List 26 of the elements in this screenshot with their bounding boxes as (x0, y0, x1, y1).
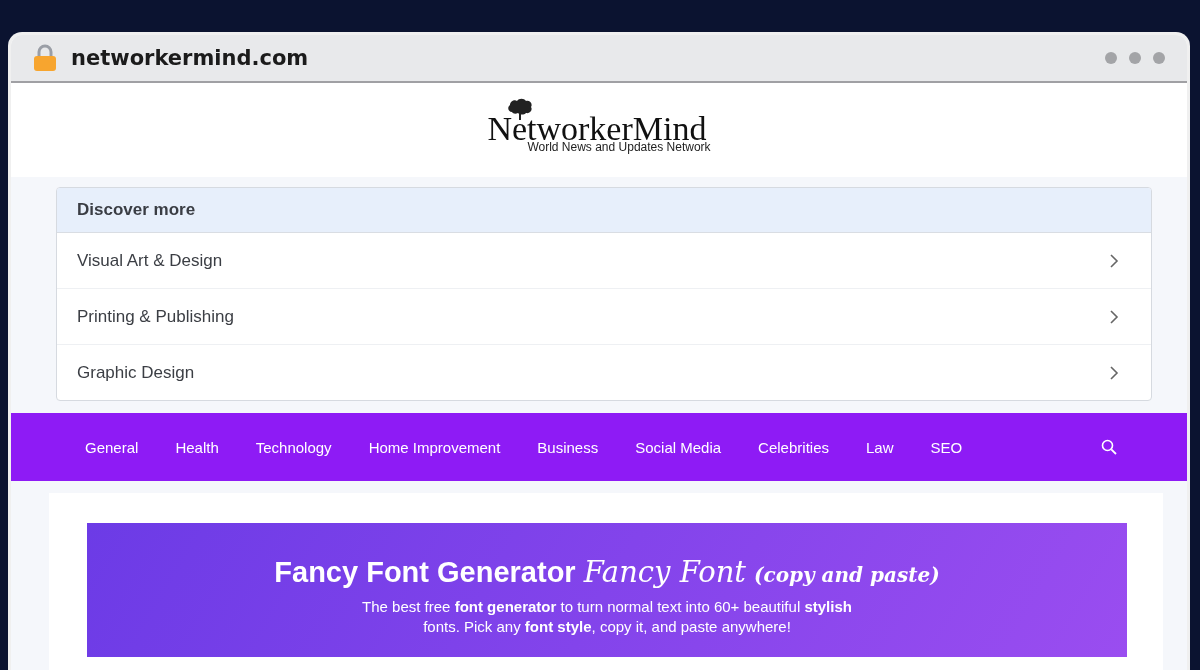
hero-title: Fancy Font Generator Fancy Font (copy and paste) (273, 555, 941, 589)
hero-text: The best free font generator to turn normal text into 60+ beautiful stylish (361, 597, 853, 617)
nav-link[interactable]: Health (175, 438, 219, 456)
nav-link[interactable]: Law (866, 438, 894, 456)
nav-link[interactable]: Technology (255, 438, 332, 456)
padlock-icon (33, 44, 57, 72)
nav-link[interactable]: Celebrities (758, 438, 829, 456)
nav-link[interactable]: General (85, 438, 139, 456)
logo-tagline: World News and Updates Network (527, 140, 711, 154)
nav-link[interactable]: Social Media (635, 438, 722, 456)
discover-item[interactable]: Printing & Publishing (57, 289, 1151, 345)
discover-item[interactable]: Visual Art & Design (57, 233, 1151, 289)
search-icon[interactable] (1101, 439, 1117, 455)
chevron-right-icon (1109, 252, 1119, 269)
hero-text: fonts. Pick any font style, copy it, and paste anywhere! (422, 617, 792, 637)
nav-link[interactable]: SEO (930, 438, 963, 456)
nav-link[interactable]: Home Improvement (368, 438, 501, 456)
discover-title: Discover more (77, 200, 196, 220)
discover-item[interactable]: Graphic Design (57, 345, 1151, 400)
nav-link[interactable]: Business (537, 438, 599, 456)
chevron-right-icon (1109, 308, 1119, 325)
url-text[interactable]: networkermind.com (71, 46, 309, 70)
chevron-right-icon (1109, 364, 1119, 381)
window-dot-icon[interactable] (1129, 52, 1141, 64)
window-dot-icon[interactable] (1105, 52, 1117, 64)
window-dot-icon[interactable] (1153, 52, 1165, 64)
